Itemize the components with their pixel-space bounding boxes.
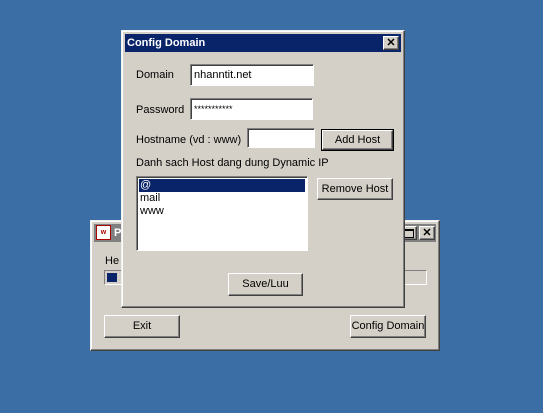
add-host-button[interactable]: Add Host: [321, 129, 394, 151]
remove-host-button[interactable]: Remove Host: [317, 178, 393, 200]
config-domain-dialog: Config Domain ✕ Domain Password Hostname…: [121, 30, 405, 308]
list-item[interactable]: mail: [139, 192, 305, 205]
progress-fill: [107, 273, 117, 282]
list-item[interactable]: www: [139, 205, 305, 218]
dialog-title: Config Domain: [127, 37, 206, 49]
list-item[interactable]: @: [139, 179, 305, 192]
close-icon: ✕: [386, 37, 396, 49]
hostname-input[interactable]: [247, 128, 315, 148]
main-close-button[interactable]: ✕: [419, 226, 435, 240]
add-host-button-label: Add Host: [334, 134, 381, 146]
save-button-label: Save/Luu: [242, 278, 289, 290]
exit-button[interactable]: Exit: [104, 315, 180, 338]
dialog-close-button[interactable]: ✕: [383, 36, 399, 50]
host-list[interactable]: @ mail www: [136, 176, 308, 251]
config-domain-button-label: Config Domain: [351, 320, 425, 332]
main-app-label: He: [105, 255, 120, 267]
domain-input[interactable]: [190, 64, 314, 86]
exit-button-label: Exit: [132, 320, 152, 332]
maximize-icon: [404, 229, 414, 238]
password-input[interactable]: [190, 98, 313, 120]
dialog-titlebar[interactable]: Config Domain ✕: [125, 34, 401, 52]
remove-host-button-label: Remove Host: [321, 183, 389, 195]
hostname-label: Hostname (vd : www): [136, 134, 242, 146]
password-label: Password: [136, 104, 185, 116]
app-icon: w: [96, 225, 111, 240]
host-list-caption: Danh sach Host dang dung Dynamic IP: [136, 157, 329, 169]
domain-label: Domain: [136, 69, 174, 81]
config-domain-button[interactable]: Config Domain: [350, 315, 426, 338]
save-button[interactable]: Save/Luu: [228, 273, 303, 296]
close-icon: ✕: [422, 227, 432, 239]
